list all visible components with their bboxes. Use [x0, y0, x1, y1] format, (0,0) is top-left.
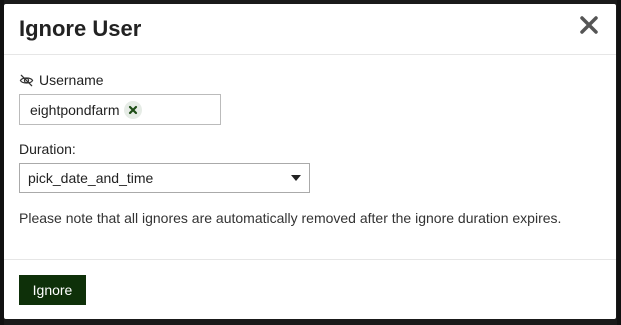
backdrop-right — [617, 0, 621, 325]
ignore-note: Please note that all ignores are automat… — [19, 210, 562, 226]
modal-header: Ignore User — [4, 4, 616, 55]
modal-title: Ignore User — [19, 16, 142, 41]
username-chip: eightpondfarm — [30, 100, 142, 119]
username-label: Username — [19, 72, 104, 88]
username-chip-text: eightpondfarm — [30, 101, 120, 118]
close-button[interactable] — [578, 14, 600, 36]
username-input[interactable]: eightpondfarm — [19, 94, 221, 125]
username-label-text: Username — [39, 72, 104, 88]
modal-footer: Ignore — [4, 259, 616, 319]
duration-label: Duration: — [19, 141, 76, 157]
ignore-button[interactable]: Ignore — [19, 275, 86, 305]
ignore-user-modal: Ignore User Username eightpondfarm Durat… — [4, 4, 616, 319]
x-icon — [128, 105, 137, 114]
duration-selected-value: pick_date_and_time — [28, 170, 154, 186]
eye-slash-icon — [19, 74, 34, 86]
caret-down-icon — [291, 175, 301, 181]
close-icon — [580, 16, 598, 34]
duration-select[interactable]: pick_date_and_time — [19, 163, 310, 193]
chip-remove-button[interactable] — [123, 100, 142, 119]
